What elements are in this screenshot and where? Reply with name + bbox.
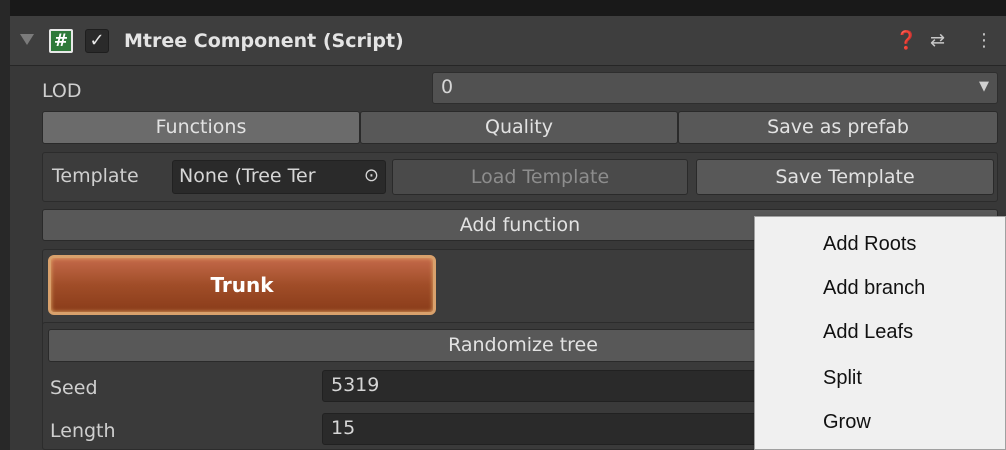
lod-dropdown[interactable]: 0 ▼ (432, 72, 998, 104)
lod-label: LOD (42, 80, 82, 102)
script-icon: # (49, 29, 73, 53)
component-title: Mtree Component (Script) (124, 30, 404, 52)
lod-value: 0 (441, 76, 454, 98)
tab-quality[interactable]: Quality (360, 111, 678, 144)
menu-item-add-roots[interactable]: Add Roots (823, 233, 916, 256)
template-value: None (Tree Ter (179, 165, 316, 187)
dropdown-arrow-icon: ▼ (979, 79, 989, 94)
more-options-icon[interactable]: ⋮ (975, 30, 993, 51)
tab-functions[interactable]: Functions (42, 111, 360, 144)
foldout-arrow-icon[interactable] (20, 34, 34, 45)
save-template-button[interactable]: Save Template (696, 159, 994, 195)
template-label: Template (52, 165, 139, 187)
component-enabled-checkbox[interactable]: ✓ (85, 29, 109, 53)
menu-item-grow[interactable]: Grow (823, 411, 871, 434)
window-top-strip (0, 0, 1006, 16)
seed-label: Seed (50, 377, 98, 399)
trunk-function-node[interactable]: Trunk (48, 255, 436, 315)
menu-item-add-branch[interactable]: Add branch (823, 277, 925, 300)
help-icon[interactable]: ❓ (895, 30, 917, 51)
menu-item-split[interactable]: Split (823, 367, 862, 390)
length-label: Length (50, 420, 116, 442)
menu-item-add-leafs[interactable]: Add Leafs (823, 321, 913, 344)
preset-settings-icon[interactable]: ⇄ (930, 30, 945, 51)
template-object-field[interactable]: None (Tree Ter ⊙ (172, 160, 386, 194)
load-template-button[interactable]: Load Template (392, 159, 688, 195)
tab-save-as-prefab[interactable]: Save as prefab (678, 111, 998, 144)
left-gutter (0, 0, 10, 450)
object-picker-icon[interactable]: ⊙ (364, 161, 379, 191)
add-function-context-menu: Add Roots Add branch Add Leafs Split Gro… (754, 216, 1006, 450)
